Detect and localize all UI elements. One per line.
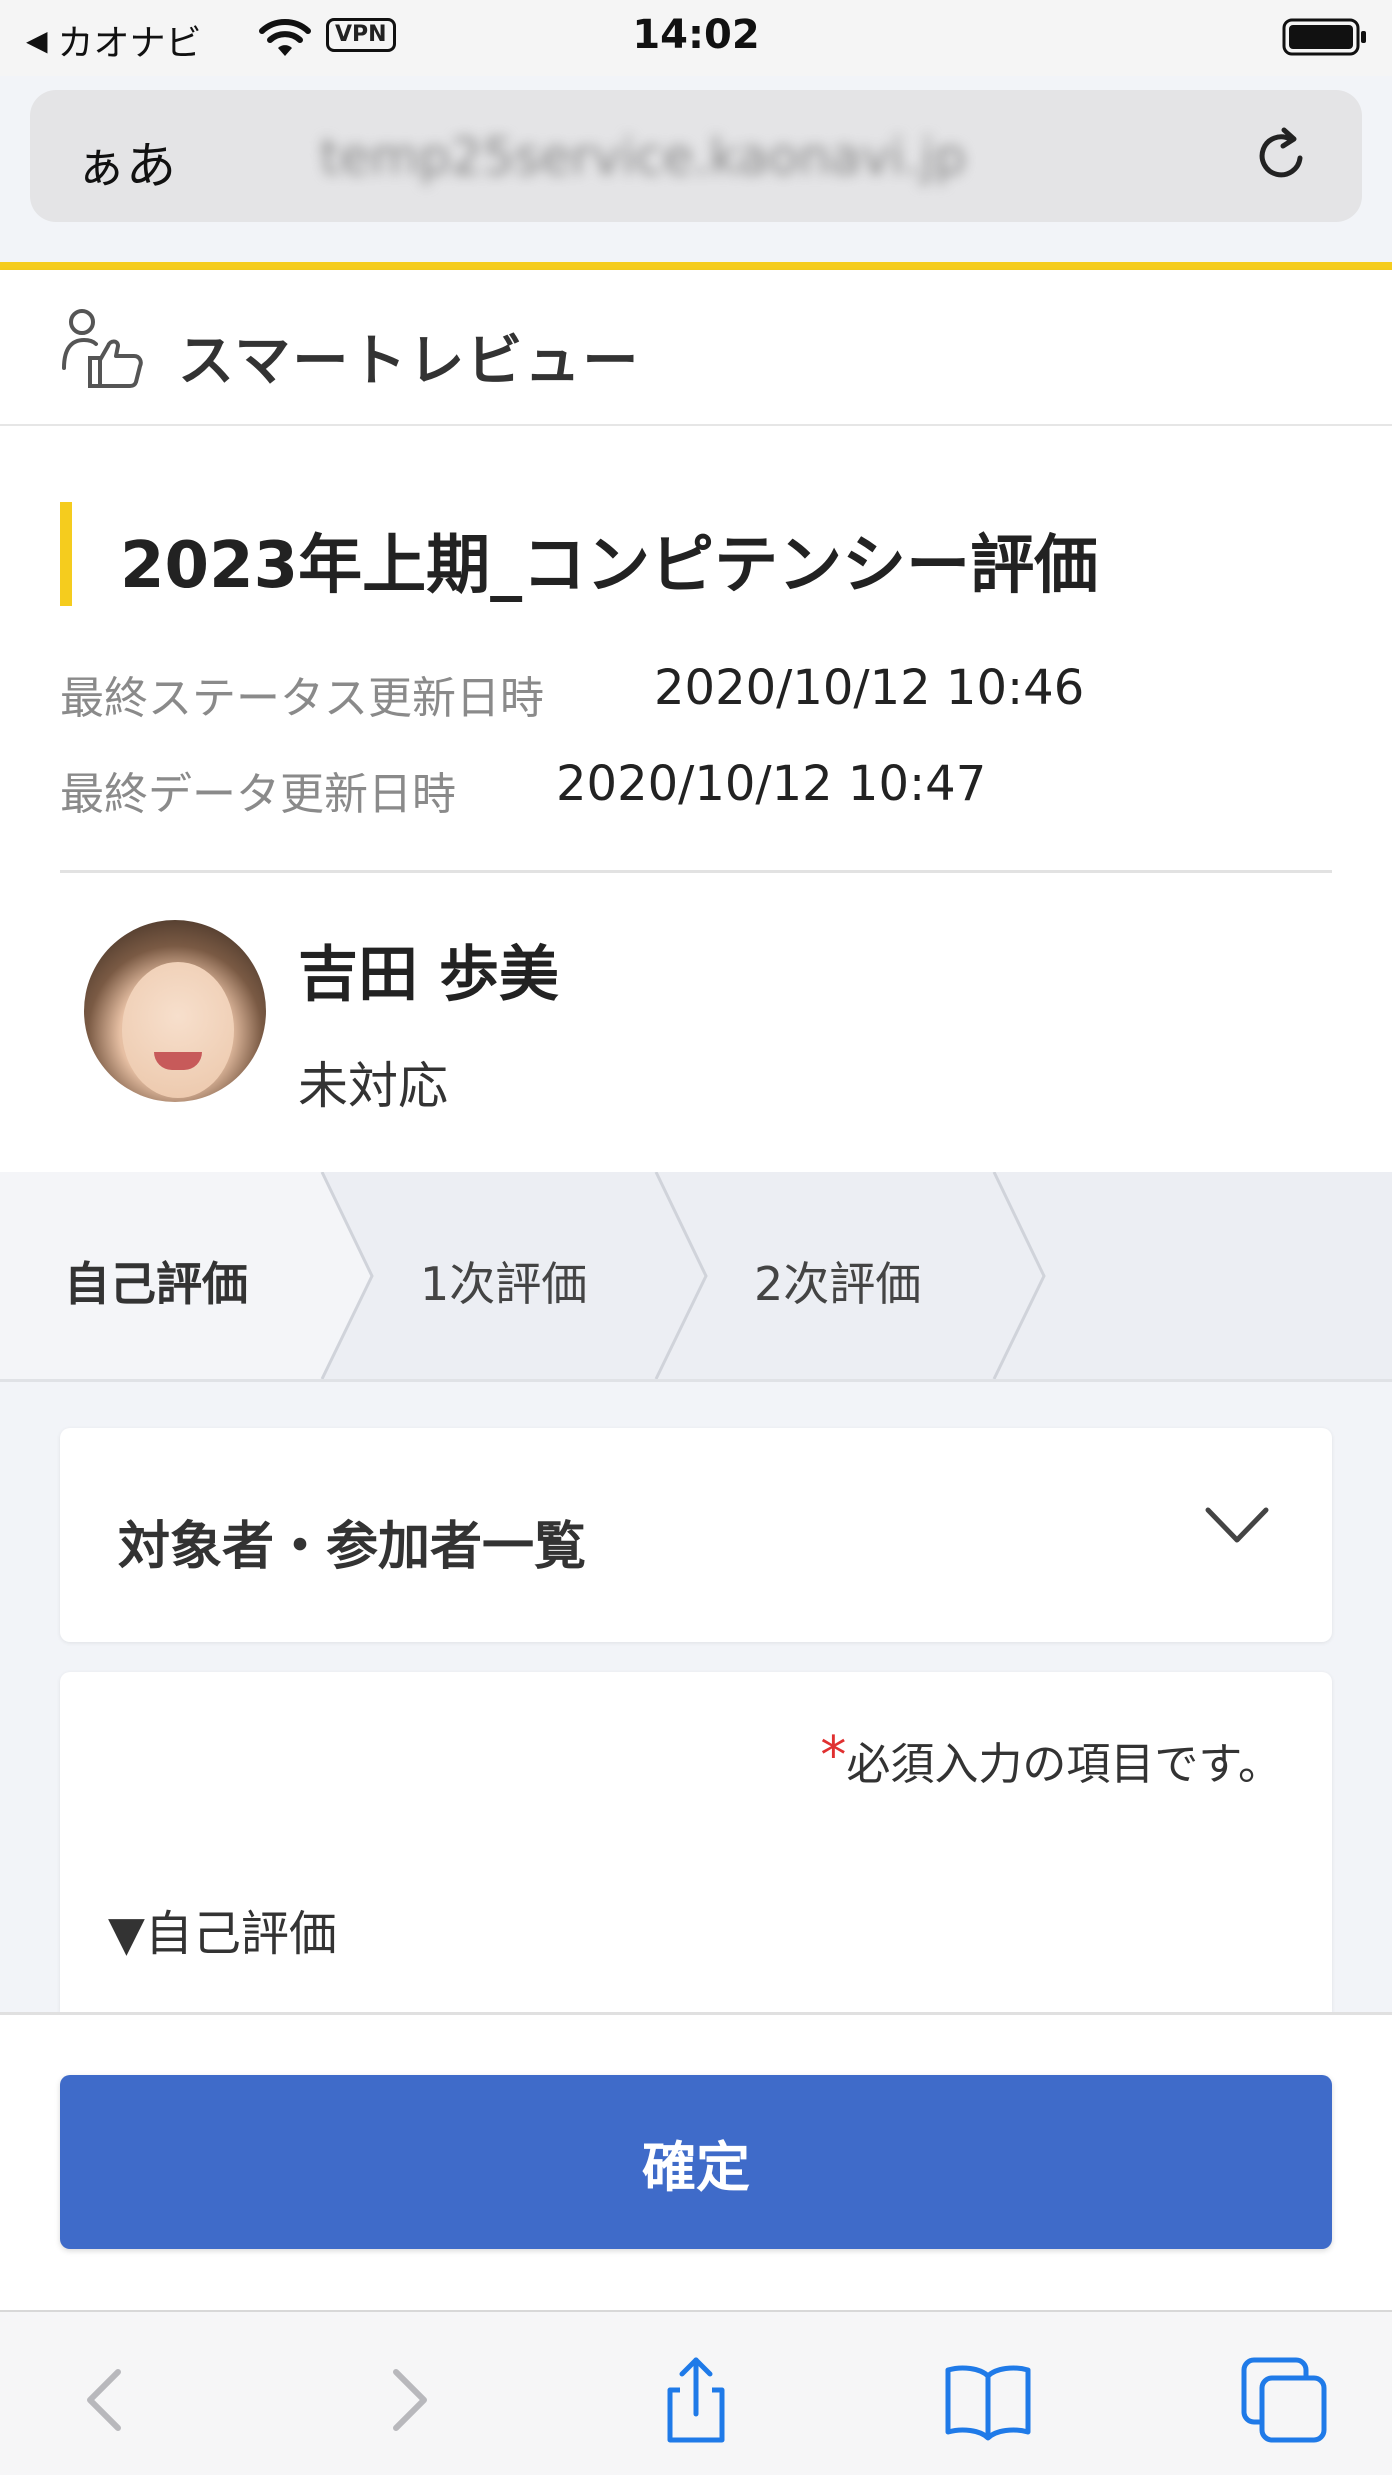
step-second-evaluation[interactable]: 2次評価 — [754, 1248, 921, 1314]
person-name: 吉田 歩美 — [298, 940, 559, 1010]
reload-icon[interactable] — [1250, 124, 1314, 188]
data-updated-value: 2020/10/12 10:47 — [556, 756, 987, 812]
required-note: *必須入力の項目です。 — [820, 1726, 1282, 1792]
status-updated-label: 最終ステータス更新日時 — [60, 673, 544, 724]
review-info: 2023年上期_コンピテンシー評価 最終ステータス更新日時 2020/10/12… — [0, 426, 1392, 1172]
app-header: スマートレビュー — [0, 270, 1392, 426]
clock: 14:02 — [632, 12, 760, 58]
browser-toolbar — [0, 2310, 1392, 2475]
title-accent-bar — [60, 502, 72, 606]
status-bar: ◀ カオナビ VPN 14:02 — [0, 0, 1392, 76]
person-status: 未対応 — [298, 1057, 448, 1115]
divider — [60, 870, 1332, 873]
status-updated-value: 2020/10/12 10:46 — [654, 660, 1085, 716]
text-size-button[interactable]: ぁあ — [76, 126, 176, 198]
evaluation-form: *必須入力の項目です。 ▼自己評価 — [60, 1672, 1332, 2012]
participants-accordion[interactable]: 対象者・参加者一覧 — [60, 1428, 1332, 1642]
section-label: ▼自己評価 — [108, 1906, 337, 1962]
chevron-down-icon[interactable] — [1204, 1504, 1270, 1548]
share-icon[interactable] — [648, 2352, 744, 2448]
step-self-evaluation[interactable]: 自己評価 — [64, 1248, 248, 1314]
user-thumbs-up-icon — [62, 309, 143, 388]
chevron-right-icon[interactable] — [360, 2352, 456, 2448]
required-note-text: 必須入力の項目です。 — [846, 1739, 1282, 1790]
bookmarks-icon[interactable] — [940, 2352, 1036, 2448]
data-updated-label: 最終データ更新日時 — [60, 769, 456, 820]
chevron-left-icon[interactable] — [58, 2352, 154, 2448]
evaluation-steps: 自己評価 1次評価 2次評価 — [0, 1172, 1392, 1382]
step-first-evaluation[interactable]: 1次評価 — [420, 1248, 587, 1314]
battery-icon — [1282, 18, 1366, 56]
accent-line — [0, 262, 1392, 270]
page-title: 2023年上期_コンピテンシー評価 — [120, 529, 1099, 603]
confirm-button[interactable]: 確定 — [60, 2075, 1332, 2249]
app-title: スマートレビュー — [178, 329, 641, 394]
url-host[interactable]: temp25service.kaonavi.jp — [320, 128, 966, 186]
tabs-icon[interactable] — [1236, 2352, 1332, 2448]
avatar — [84, 920, 266, 1102]
required-mark: * — [820, 1726, 847, 1786]
accordion-title: 対象者・参加者一覧 — [118, 1517, 587, 1577]
address-bar[interactable]: ぁあ temp25service.kaonavi.jp — [30, 90, 1362, 222]
confirm-bar: 確定 — [0, 2012, 1392, 2310]
